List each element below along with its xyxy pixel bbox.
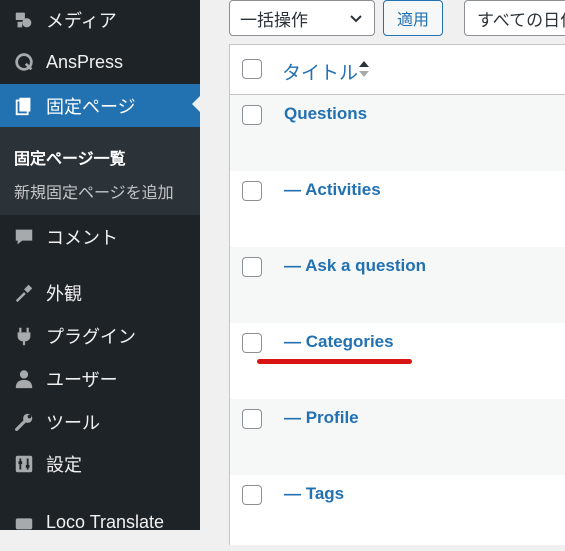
sidebar-item-anspress[interactable]: AnsPress [0, 42, 200, 82]
page-title-link[interactable]: — Profile [284, 408, 359, 428]
sidebar-item-label: ツール [46, 413, 100, 433]
submenu-item-add-page[interactable]: 新規固定ページを追加 [14, 179, 174, 203]
page-title-link[interactable]: — Ask a question [284, 256, 426, 276]
sidebar-item-tools[interactable]: ツール [0, 402, 200, 442]
bulk-action-value: 一括操作 [240, 10, 308, 30]
tools-icon [11, 409, 37, 435]
sidebar-item-label: AnsPress [46, 51, 124, 72]
admin-sidebar: メディア AnsPress 固定ページ 固定ページ一覧 新規固定ページを追加 コ… [0, 0, 200, 532]
anspress-icon [11, 49, 37, 75]
table-row: Questions [230, 95, 565, 171]
sidebar-item-label: 外観 [46, 284, 82, 304]
row-checkbox[interactable] [242, 257, 262, 277]
active-indicator [192, 96, 200, 112]
apply-button[interactable]: 適用 [383, 0, 443, 36]
sidebar-item-label: プラグイン [46, 327, 136, 347]
pages-submenu: 固定ページ一覧 新規固定ページを追加 [0, 127, 200, 215]
media-icon [11, 7, 37, 33]
sidebar-item-label: ユーザー [46, 370, 118, 390]
column-header-title[interactable]: タイトル [282, 58, 358, 85]
page-title-link[interactable]: — Categories [284, 332, 394, 352]
row-checkbox[interactable] [242, 181, 262, 201]
main-content: 一括操作 適用 すべての日付 タイトル Questions — Activiti… [200, 0, 565, 545]
table-row: — Activities [230, 171, 565, 247]
row-checkbox[interactable] [242, 105, 262, 125]
settings-icon [11, 451, 37, 477]
date-filter-select[interactable]: すべての日付 [464, 0, 565, 36]
select-all-checkbox[interactable] [242, 59, 262, 79]
comment-icon [11, 224, 37, 250]
pages-icon [11, 93, 37, 119]
page-title-link[interactable]: Questions [284, 104, 367, 124]
sidebar-item-users[interactable]: ユーザー [0, 359, 200, 399]
sidebar-item-label: 固定ページ [46, 96, 136, 117]
row-checkbox[interactable] [242, 485, 262, 505]
loco-icon [11, 509, 37, 535]
sidebar-item-label: 設定 [46, 455, 82, 475]
sidebar-item-pages[interactable]: 固定ページ [0, 84, 200, 127]
row-checkbox[interactable] [242, 409, 262, 429]
sidebar-item-comments[interactable]: コメント [0, 217, 200, 257]
chevron-down-icon [350, 15, 362, 23]
bulk-action-select[interactable]: 一括操作 [229, 0, 375, 36]
table-row: — Profile [230, 399, 565, 475]
sidebar-item-label: メディア [46, 11, 117, 31]
sort-icon[interactable] [358, 59, 370, 79]
sidebar-item-label: コメント [46, 228, 118, 248]
submenu-item-all-pages[interactable]: 固定ページ一覧 [14, 145, 126, 169]
page-title-link[interactable]: — Activities [284, 180, 381, 200]
sidebar-item-settings[interactable]: 設定 [0, 444, 200, 484]
pages-table: タイトル Questions — Activities — Ask a ques… [229, 44, 565, 545]
sidebar-item-appearance[interactable]: 外観 [0, 273, 200, 313]
table-row: — Ask a question [230, 247, 565, 323]
row-checkbox[interactable] [242, 333, 262, 353]
sidebar-item-label: Loco Translate [46, 511, 165, 532]
users-icon [11, 366, 37, 392]
appearance-icon [11, 280, 37, 306]
annotation-underline [257, 359, 412, 364]
table-header: タイトル [230, 45, 565, 95]
plugin-icon [11, 323, 37, 349]
page-title-link[interactable]: — Tags [284, 484, 344, 504]
sidebar-item-loco-translate[interactable]: Loco Translate [0, 502, 200, 542]
sidebar-item-media[interactable]: メディア [0, 0, 200, 40]
table-row: — Tags [230, 475, 565, 551]
sidebar-item-plugins[interactable]: プラグイン [0, 316, 200, 356]
